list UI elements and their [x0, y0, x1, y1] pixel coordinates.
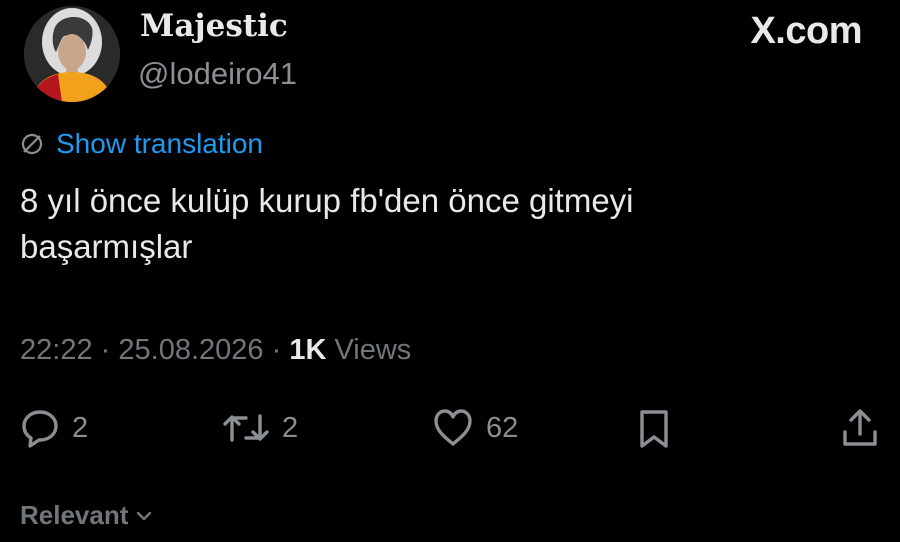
- bookmark-button[interactable]: [634, 400, 674, 456]
- chevron-down-icon: [134, 506, 154, 526]
- share-icon: [838, 406, 882, 450]
- tweet-line: 8 yıl önce kulüp kurup fb'den önce gitme…: [20, 182, 634, 219]
- bookmark-icon: [634, 406, 674, 450]
- like-button[interactable]: 62: [430, 400, 518, 456]
- brand-watermark: X.com: [750, 10, 862, 52]
- globe-icon: [20, 132, 44, 156]
- retweet-icon: [220, 406, 272, 450]
- views-count[interactable]: 1K: [289, 334, 326, 366]
- like-count: 62: [486, 411, 519, 444]
- meta-separator: ·: [271, 334, 282, 366]
- tweet-text: 8 yıl önce kulüp kurup fb'den önce gitme…: [20, 178, 860, 270]
- author-display-name[interactable]: Majestic: [140, 8, 288, 44]
- show-translation-label[interactable]: Show translation: [56, 128, 263, 160]
- reply-icon: [18, 406, 62, 450]
- meta-separator: ·: [100, 334, 111, 366]
- tweet-date[interactable]: 25.08.2026: [118, 334, 263, 366]
- avatar[interactable]: [24, 6, 120, 102]
- reply-count: 2: [72, 411, 89, 444]
- show-translation-link[interactable]: Show translation: [20, 128, 263, 160]
- reply-button[interactable]: 2: [18, 400, 88, 456]
- tweet-line: başarmışlar: [20, 228, 193, 265]
- views-label: Views: [334, 334, 412, 366]
- action-bar: 2 2 62: [0, 400, 900, 456]
- retweet-count: 2: [282, 411, 299, 444]
- tweet-meta: 22:22 · 25.08.2026 · 1K Views: [20, 334, 411, 367]
- tweet-time[interactable]: 22:22: [20, 334, 93, 366]
- retweet-button[interactable]: 2: [220, 400, 298, 456]
- sort-label[interactable]: Relevant: [20, 500, 128, 531]
- heart-icon: [430, 406, 476, 450]
- share-button[interactable]: [838, 400, 882, 456]
- replies-sort-dropdown[interactable]: Relevant: [20, 500, 154, 531]
- author-handle[interactable]: @lodeiro41: [138, 56, 297, 92]
- profile-photo-icon: [24, 6, 120, 102]
